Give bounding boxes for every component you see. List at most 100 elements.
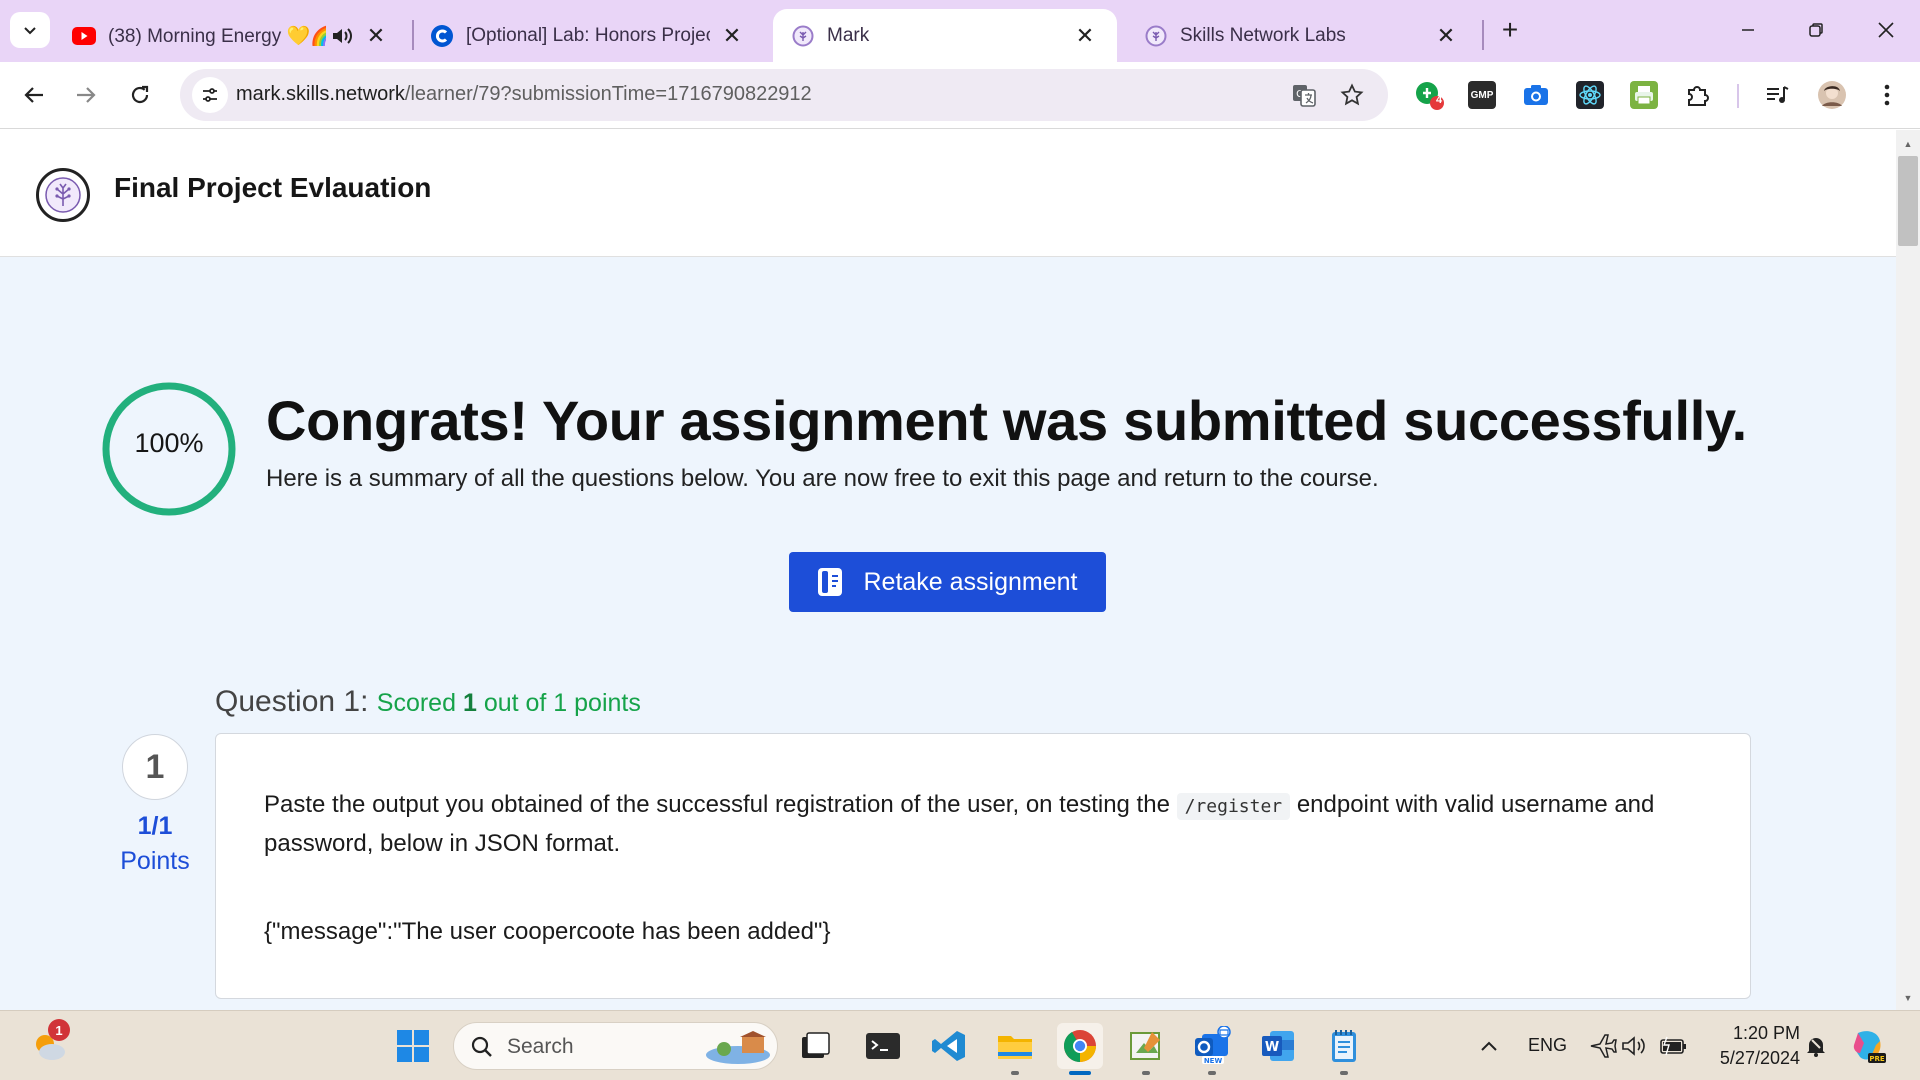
close-icon [1878, 22, 1894, 38]
printer-icon [1630, 81, 1658, 109]
close-window-button[interactable] [1856, 10, 1916, 50]
running-indicator [1340, 1071, 1348, 1075]
tab-close-icon[interactable]: ✕ [362, 22, 390, 50]
grammarly-extension[interactable]: 4 [1412, 78, 1446, 112]
screenshot-extension[interactable] [1519, 78, 1553, 112]
points-fraction: 1/1 [137, 812, 173, 840]
bookmark-button[interactable] [1336, 79, 1368, 111]
notepad-button[interactable] [1321, 1023, 1367, 1075]
question-score: Scored 1 out of 1 points [377, 689, 641, 717]
taskbar-search[interactable]: Search [453, 1022, 778, 1070]
tab-search-button[interactable] [10, 12, 50, 48]
youtube-icon [72, 24, 96, 48]
chrome-icon [1063, 1030, 1096, 1062]
task-view-icon [802, 1032, 830, 1058]
reload-icon [131, 85, 149, 104]
media-control-button[interactable] [1760, 78, 1794, 112]
grammarly-badge: 4 [1435, 94, 1443, 106]
extensions-button[interactable] [1681, 78, 1715, 112]
gmp-extension[interactable]: GMP [1465, 78, 1499, 112]
forward-button[interactable] [66, 75, 106, 115]
tab-close-icon[interactable]: ✕ [1071, 22, 1099, 50]
extensions-puzzle-icon [1688, 86, 1709, 106]
url-text[interactable]: mark.skills.network/learner/79?submissio… [236, 83, 812, 106]
question-card: Paste the output you obtained of the suc… [215, 733, 1751, 999]
volume-icon [1622, 1036, 1645, 1056]
score-suffix: out of 1 points [483, 689, 641, 717]
weather-widget[interactable]: 1 [26, 1019, 72, 1069]
translate-button[interactable]: G [1288, 79, 1320, 111]
tab-close-icon[interactable]: ✕ [718, 22, 746, 50]
scroll-up-icon[interactable]: ▲ [1900, 136, 1916, 152]
task-view-button[interactable] [792, 1023, 838, 1069]
tab-mark[interactable]: Mark ✕ [773, 9, 1117, 62]
start-button[interactable] [390, 1023, 436, 1069]
speaker-icon[interactable] [330, 24, 354, 48]
tab-skills-network-labs[interactable]: Skills Network Labs ✕ [1126, 9, 1478, 62]
battery-indicator[interactable] [1652, 1023, 1696, 1069]
tab-separator [1482, 20, 1484, 50]
browser-tab-strip: (38) Morning Energy 💛🌈 ✕ [Optional] Lab:… [0, 0, 1920, 62]
retake-assignment-button[interactable]: Retake assignment [789, 552, 1106, 612]
new-tab-button[interactable]: + [1494, 14, 1526, 46]
file-explorer-icon [998, 1036, 1032, 1059]
tab-title: Mark [827, 24, 870, 46]
question-prompt: Paste the output you obtained of the suc… [264, 786, 1704, 862]
tab-close-icon[interactable]: ✕ [1432, 22, 1460, 50]
address-bar[interactable]: mark.skills.network/learner/79?submissio… [180, 69, 1388, 121]
react-devtools-extension[interactable] [1573, 78, 1607, 112]
tab-youtube[interactable]: (38) Morning Energy 💛🌈 ✕ [54, 9, 408, 62]
volume-indicator[interactable] [1614, 1023, 1654, 1069]
app-title: Final Project Evlauation [114, 172, 432, 203]
site-info-button[interactable] [192, 77, 228, 113]
browser-menu-button[interactable] [1870, 78, 1904, 112]
back-button[interactable] [14, 75, 54, 115]
camera-icon [1524, 85, 1548, 105]
focus-assist-button[interactable] [1796, 1023, 1836, 1069]
tab-coursera[interactable]: [Optional] Lab: Honors Project | ✕ [412, 9, 764, 62]
chrome-button[interactable] [1057, 1023, 1103, 1075]
vscode-button[interactable] [926, 1023, 972, 1069]
minimize-icon [1742, 29, 1754, 31]
page-scrollbar[interactable] [1896, 130, 1920, 1010]
minimize-button[interactable] [1718, 10, 1778, 50]
retake-icon [817, 567, 843, 597]
chevron-down-icon [24, 27, 36, 35]
app-logo-icon[interactable] [36, 168, 90, 222]
media-control-icon [1767, 86, 1789, 103]
terminal-button[interactable] [860, 1023, 906, 1069]
scroll-down-icon[interactable]: ▼ [1900, 990, 1916, 1006]
question-title: Question 1: [215, 685, 369, 718]
more-vertical-icon [1884, 84, 1890, 106]
skills-network-icon [791, 24, 815, 48]
summary-text: Here is a summary of all the questions b… [266, 465, 1379, 492]
system-clock[interactable]: 1:20 PM 5/27/2024 [1706, 1021, 1800, 1071]
site-header: Final Project Evlauation [0, 130, 1896, 257]
score-prefix: Scored [376, 689, 456, 717]
toolbar-divider [1737, 84, 1739, 108]
vscode-icon [932, 1031, 965, 1061]
arrow-left-icon [24, 87, 43, 103]
question-heading: Question 1: Scored 1 out of 1 points [215, 685, 641, 719]
browser-toolbar: mark.skills.network/learner/79?submissio… [0, 62, 1920, 129]
url-path: /learner/79?submissionTime=1716790822912 [404, 83, 812, 105]
profile-button[interactable] [1815, 78, 1849, 112]
search-highlight-icon [706, 1031, 770, 1064]
language-indicator[interactable]: ENG [1528, 1035, 1567, 1056]
show-hidden-icons-button[interactable] [1466, 1023, 1512, 1069]
print-extension[interactable] [1627, 78, 1661, 112]
search-icon [471, 1036, 492, 1057]
question-answer: {"message":"The user coopercoote has bee… [264, 918, 831, 945]
start-icon [397, 1030, 429, 1062]
file-explorer-button[interactable] [992, 1023, 1038, 1075]
paint-button[interactable] [1123, 1023, 1169, 1075]
search-placeholder: Search [507, 1035, 574, 1058]
outlook-button[interactable]: NEW [1189, 1023, 1235, 1075]
svg-text:PRE: PRE [1869, 1055, 1885, 1063]
reload-button[interactable] [120, 75, 160, 115]
copilot-button[interactable]: PRE [1846, 1023, 1892, 1069]
word-icon: W [1262, 1031, 1294, 1061]
word-button[interactable]: W [1255, 1023, 1301, 1069]
restore-button[interactable] [1786, 10, 1846, 50]
scrollbar-thumb[interactable] [1898, 156, 1918, 246]
